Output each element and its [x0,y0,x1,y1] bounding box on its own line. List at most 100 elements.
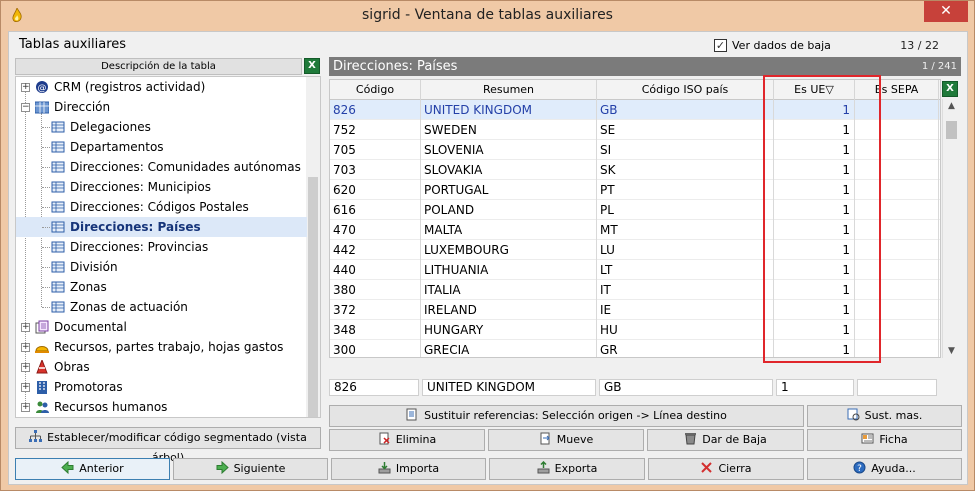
tree-item-label: Recursos, partes trabajo, hojas gastos [54,340,284,354]
expand-icon[interactable]: + [21,323,30,332]
move-button[interactable]: Mueve [488,429,644,451]
tree-item[interactable]: Zonas de actuación [16,297,307,317]
table-cell: IE [597,300,774,320]
import-label: Importa [395,462,440,475]
column-header[interactable]: Código [330,80,421,100]
grid-excel-icon[interactable]: X [942,81,958,97]
edit-es-ue-field[interactable]: 1 [776,379,854,396]
sust-mas-label: Sust. mas. [864,409,923,422]
deactivate-button[interactable]: Dar de Baja [647,429,804,451]
table-cell: 440 [330,260,421,280]
table-cell: 470 [330,220,421,240]
move-label: Mueve [556,433,594,446]
tree-item[interactable]: + Obras [16,357,307,377]
export-button[interactable]: Exporta [489,458,645,480]
edit-iso-field[interactable]: GB [599,379,773,396]
tree-item[interactable]: Zonas [16,277,307,297]
tree-item[interactable]: − Dirección [16,97,307,117]
tree-column-header[interactable]: Descripción de la tabla [15,58,302,75]
column-header[interactable]: Código ISO país [597,80,774,100]
table-cell: 752 [330,120,421,140]
table-icon [51,241,65,253]
table-icon [51,181,65,193]
table-icon [51,261,65,273]
tree-item-label: Direcciones: Códigos Postales [70,200,249,214]
previous-label: Anterior [79,462,124,475]
sust-mas-button[interactable]: Sust. mas. [807,405,962,427]
record-card-button[interactable]: Ficha [807,429,962,451]
folder-table-icon [35,101,49,114]
tree-item[interactable]: + Promotoras [16,377,307,397]
title-bar: sigrid - Ventana de tablas auxiliares ✕ [1,1,974,31]
show-deleted-checkbox[interactable]: ✓ [714,39,727,52]
expand-icon[interactable]: + [21,363,30,372]
edit-es-sepa-field[interactable] [857,379,937,396]
previous-button[interactable]: Anterior [15,458,170,480]
grid-title-bar: Direcciones: Países 1 / 241 [329,57,961,76]
table-icon [51,161,65,173]
window: sigrid - Ventana de tablas auxiliares ✕ … [0,0,975,491]
tree-item[interactable]: + Recursos humanos [16,397,307,417]
tree-item[interactable]: División [16,257,307,277]
tree-item[interactable]: Direcciones: Comunidades autónomas [16,157,307,177]
table-icon [51,221,65,233]
tree-item[interactable]: + Documental [16,317,307,337]
table-cell: SE [597,120,774,140]
collapse-icon[interactable]: − [21,103,30,112]
replace-icon [406,408,417,421]
help-icon: ? [853,461,866,474]
next-button[interactable]: Siguiente [173,458,328,480]
tree-item[interactable]: + Recursos, partes trabajo, hojas gastos [16,337,307,357]
close-dialog-label: Cierra [718,462,752,475]
grid-scroll-thumb[interactable] [946,121,957,139]
help-button[interactable]: ? Ayuda... [807,458,962,480]
close-button[interactable]: ✕ [924,1,968,22]
table-cell: 826 [330,100,421,120]
tables-tree[interactable]: + @ CRM (registros actividad) − Dirección Del… [15,76,321,418]
table-cell: SWEDEN [421,120,597,140]
trash-icon [685,433,697,445]
tree-item[interactable]: Delegaciones [16,117,307,137]
tree-item[interactable]: Direcciones: Códigos Postales [16,197,307,217]
tree-item-label: Direcciones: Países [70,220,201,234]
grid-title: Direcciones: Países [333,59,458,74]
column-header[interactable]: Resumen [421,80,597,100]
tree-scroll-thumb[interactable] [308,177,318,417]
tree-item[interactable]: Departamentos [16,137,307,157]
table-icon [51,281,65,293]
card-icon [861,433,874,444]
expand-icon[interactable]: + [21,343,30,352]
tree-item[interactable]: + @ CRM (registros actividad) [16,77,307,97]
delete-button[interactable]: Elimina [329,429,485,451]
table-cell: POLAND [421,200,597,220]
tree-item[interactable]: Direcciones: Municipios [16,177,307,197]
segment-code-button[interactable]: Establecer/modificar código segmentado (… [15,427,321,464]
close-dialog-button[interactable]: Cierra [648,458,804,480]
tree-item-label: CRM (registros actividad) [54,80,206,94]
tree-item[interactable]: Direcciones: Países [16,217,307,237]
close-x-icon [701,462,713,473]
import-button[interactable]: Importa [331,458,486,480]
tree-item-label: Zonas de actuación [70,300,188,314]
replace-references-button[interactable]: Sustituir referencias: Selección origen … [329,405,804,427]
edit-codigo-field[interactable]: 826 [329,379,419,396]
edit-resumen-field[interactable]: UNITED KINGDOM [422,379,596,396]
people-icon [36,401,49,413]
arrow-right-icon [216,461,229,474]
grid-vertical-scrollbar[interactable]: ▲ ▼ [942,99,959,358]
expand-icon[interactable]: + [21,83,30,92]
excel-export-icon[interactable]: X [304,58,320,74]
expand-icon[interactable]: + [21,403,30,412]
tree-scrollbar[interactable] [306,77,320,417]
scroll-down-icon[interactable]: ▼ [943,346,960,356]
tree-item-label: Direcciones: Municipios [70,180,211,194]
table-cell: PORTUGAL [421,180,597,200]
tree-item[interactable]: Direcciones: Provincias [16,237,307,257]
tree-connector-line [42,127,50,128]
scroll-up-icon[interactable]: ▲ [943,101,960,111]
table-icon [51,121,65,133]
expand-icon[interactable]: + [21,383,30,392]
table-cell: LT [597,260,774,280]
tree-connector-line [42,167,50,168]
export-label: Exporta [554,462,598,475]
